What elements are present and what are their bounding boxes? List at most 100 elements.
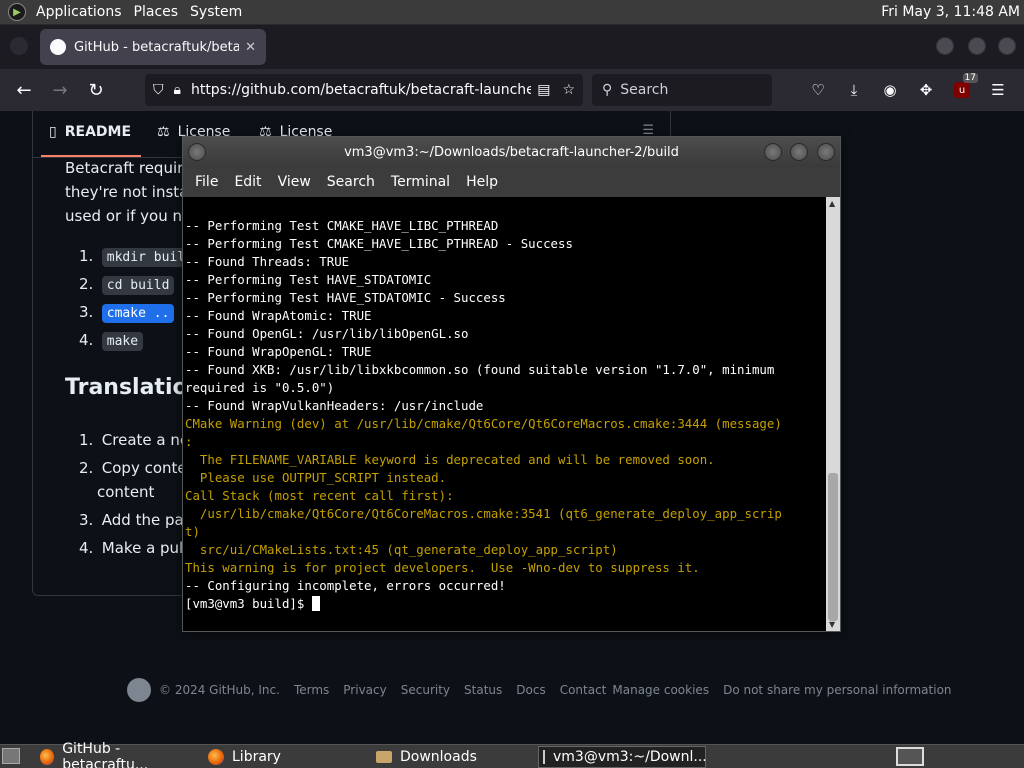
show-desktop-button[interactable] <box>2 748 20 764</box>
terminal-title-bar[interactable]: vm3@vm3:~/Downloads/betacraft-launcher-2… <box>183 137 840 167</box>
readme-text-line: they're not instal <box>65 183 193 201</box>
code-snippet[interactable]: make <box>101 332 144 351</box>
downloads-icon[interactable]: ⤓ <box>836 74 872 106</box>
terminal-prompt-line[interactable]: [vm3@vm3 build]$ <box>185 595 828 613</box>
terminal-line: -- Found OpenGL: /usr/lib/libOpenGL.so <box>185 326 469 341</box>
terminal-window[interactable]: vm3@vm3:~/Downloads/betacraft-launcher-2… <box>182 136 841 632</box>
footer-link-contact[interactable]: Contact <box>560 683 607 697</box>
list-item: 4. Make a pull <box>79 539 187 557</box>
terminal-line: Call Stack (most recent call first): <box>185 488 454 503</box>
search-placeholder: Search <box>620 82 669 98</box>
forward-arrow-icon[interactable]: → <box>44 74 76 106</box>
book-icon: ▯ <box>49 124 57 140</box>
distro-logo-icon[interactable]: ▶ <box>8 3 26 21</box>
reader-view-icon[interactable]: ▤ <box>537 82 550 98</box>
url-text[interactable]: https://github.com/betacraftuk/betacraft… <box>191 82 531 98</box>
terminal-output[interactable]: -- Performing Test CMAKE_HAVE_LIBC_PTHRE… <box>183 197 828 631</box>
active-tab-underline <box>41 155 141 157</box>
scroll-up-arrow-icon[interactable]: ▲ <box>829 199 835 208</box>
tab-readme[interactable]: ▯ README <box>49 124 131 140</box>
terminal-line: required is "0.5.0") <box>185 380 335 395</box>
maximize-window-button[interactable] <box>968 37 986 55</box>
list-number: 3. <box>79 303 94 321</box>
terminal-line: src/ui/CMakeLists.txt:45 (qt_generate_de… <box>185 542 618 557</box>
footer-link-terms[interactable]: Terms <box>294 683 329 697</box>
window-menu-icon[interactable] <box>188 143 206 161</box>
list-number: 1. <box>79 247 94 265</box>
footer-link-status[interactable]: Status <box>464 683 502 697</box>
search-input[interactable]: ⚲ Search <box>592 74 772 106</box>
back-arrow-icon[interactable]: ← <box>8 74 40 106</box>
menu-places[interactable]: Places <box>128 4 185 20</box>
menu-view[interactable]: View <box>270 174 319 190</box>
firefox-view-icon[interactable] <box>10 37 28 55</box>
terminal-line: -- Found WrapVulkanHeaders: /usr/include <box>185 398 484 413</box>
code-snippet-selected[interactable]: cmake .. <box>101 304 175 323</box>
ublock-icon[interactable]: u 17 <box>944 73 980 106</box>
menu-search[interactable]: Search <box>319 174 383 190</box>
taskbar-item-firefox[interactable]: GitHub - betacraftu... <box>36 741 198 768</box>
terminal-line: This warning is for project developers. … <box>185 560 700 575</box>
list-item: 4. make <box>79 331 144 351</box>
hamburger-menu-icon[interactable]: ☰ <box>980 74 1016 106</box>
search-icon: ⚲ <box>602 82 613 98</box>
folder-icon <box>376 751 392 763</box>
terminal-lines: -- Performing Test CMAKE_HAVE_LIBC_PTHRE… <box>185 217 828 595</box>
terminal-line: -- Found XKB: /usr/lib/libxkbcommon.so (… <box>185 362 775 377</box>
menu-help[interactable]: Help <box>458 174 506 190</box>
maximize-icon[interactable] <box>790 143 808 161</box>
scroll-down-arrow-icon[interactable]: ▼ <box>829 620 835 629</box>
footer-link-manage-cookies[interactable]: Manage cookies <box>612 683 709 697</box>
terminal-line: CMake Warning (dev) at /usr/lib/cmake/Qt… <box>185 416 782 431</box>
github-footer: © 2024 GitHub, Inc. Terms Privacy Securi… <box>127 678 966 702</box>
tab-close-icon[interactable]: ✕ <box>245 40 256 55</box>
menu-system[interactable]: System <box>184 4 248 20</box>
list-number: 2. <box>79 459 94 477</box>
minimize-window-button[interactable] <box>936 37 954 55</box>
lock-icon[interactable]: 🔒︎ <box>174 82 181 98</box>
code-snippet[interactable]: cd build <box>101 276 175 295</box>
clock[interactable]: Fri May 3, 11:48 AM <box>881 4 1024 20</box>
taskbar-label: vm3@vm3:~/Downl... <box>553 749 707 765</box>
terminal-line: The FILENAME_VARIABLE keyword is depreca… <box>185 452 715 467</box>
footer-link-security[interactable]: Security <box>401 683 450 697</box>
browser-tab-github[interactable]: GitHub - betacraftuk/betacr ✕ <box>40 29 266 65</box>
github-octocat-icon[interactable] <box>127 678 151 702</box>
reload-icon[interactable]: ↻ <box>80 74 112 106</box>
taskbar-item-terminal[interactable]: vm3@vm3:~/Downl... <box>538 746 707 768</box>
scrollbar-thumb[interactable] <box>828 473 838 621</box>
close-icon[interactable] <box>817 143 835 161</box>
workspace-switcher[interactable] <box>896 747 924 766</box>
list-text: Make a pull <box>101 539 188 557</box>
terminal-line: -- Configuring incomplete, errors occurr… <box>185 578 506 593</box>
pocket-icon[interactable]: ♡ <box>800 74 836 106</box>
footer-link-do-not-share[interactable]: Do not share my personal information <box>723 683 951 697</box>
terminal-line: -- Performing Test CMAKE_HAVE_LIBC_PTHRE… <box>185 218 499 233</box>
menu-terminal[interactable]: Terminal <box>383 174 458 190</box>
extensions-icon[interactable]: ✥ <box>908 74 944 106</box>
firefox-icon <box>208 749 224 765</box>
top-panel: ▶ Applications Places System Fri May 3, … <box>0 0 1024 25</box>
shield-icon[interactable]: ⛉ <box>153 82 164 98</box>
taskbar-label: Library <box>232 749 281 765</box>
url-bar[interactable]: ⛉ 🔒︎ https://github.com/betacraftuk/beta… <box>145 74 583 106</box>
terminal-scrollbar[interactable]: ▲ ▼ <box>826 197 840 631</box>
bookmark-star-icon[interactable]: ☆ <box>562 82 575 98</box>
list-number: 2. <box>79 275 94 293</box>
footer-link-privacy[interactable]: Privacy <box>343 683 386 697</box>
minimize-icon[interactable] <box>764 143 782 161</box>
terminal-line: -- Performing Test HAVE_STDATOMIC - Succ… <box>185 290 506 305</box>
footer-link-docs[interactable]: Docs <box>516 683 545 697</box>
code-snippet[interactable]: mkdir buil <box>101 248 191 267</box>
taskbar-item-library[interactable]: Library <box>204 746 364 768</box>
list-text: Copy conte <box>101 459 187 477</box>
terminal-line: Please use OUTPUT_SCRIPT instead. <box>185 470 447 485</box>
terminal-line: -- Found WrapAtomic: TRUE <box>185 308 372 323</box>
account-icon[interactable]: ◉ <box>872 74 908 106</box>
menu-edit[interactable]: Edit <box>226 174 269 190</box>
menu-applications[interactable]: Applications <box>30 4 128 20</box>
terminal-line: t) <box>185 524 200 539</box>
menu-file[interactable]: File <box>187 174 226 190</box>
taskbar-item-downloads[interactable]: Downloads <box>372 746 532 768</box>
close-window-button[interactable] <box>998 37 1016 55</box>
